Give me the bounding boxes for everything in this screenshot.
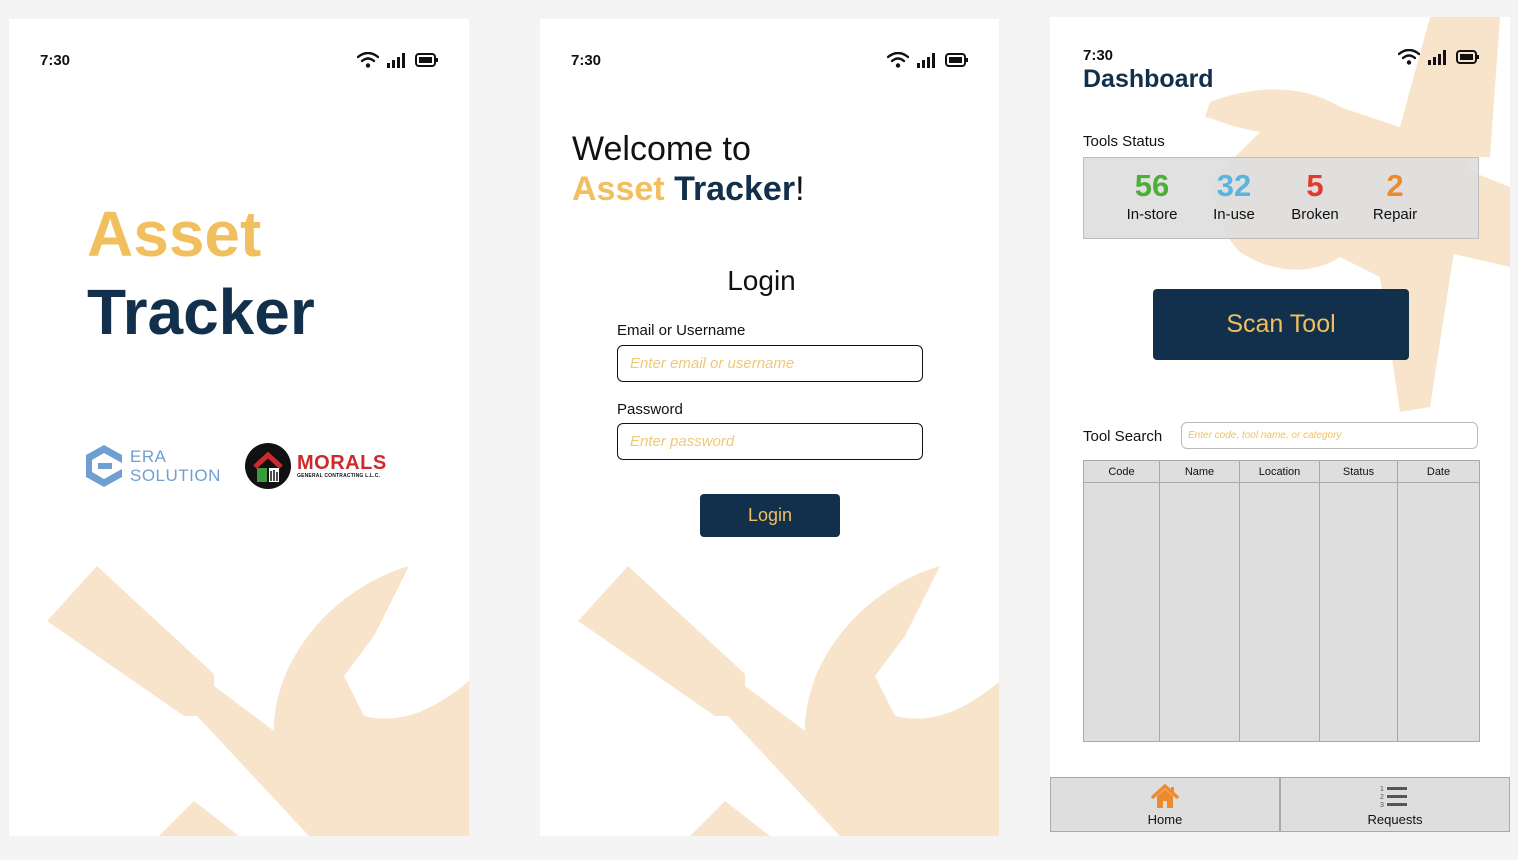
stat-broken: 5 Broken — [1275, 166, 1355, 223]
status-time: 7:30 — [1083, 47, 1114, 64]
svg-text:2: 2 — [1380, 794, 1384, 801]
tools-status-panel: 56 In-store 32 In-use 5 Broken 2 Repair — [1083, 157, 1479, 239]
nav-item-label: Requests — [1367, 812, 1423, 827]
battery-icon — [945, 53, 968, 67]
stat-label: In-use — [1213, 206, 1255, 223]
password-field[interactable] — [617, 423, 923, 460]
brand-tracker: Tracker — [674, 170, 796, 208]
wifi-icon — [1398, 49, 1420, 65]
era-logo-icon — [86, 445, 122, 487]
stat-value: 2 — [1386, 168, 1404, 203]
column-header-name[interactable]: Name — [1159, 460, 1240, 483]
home-icon — [1151, 784, 1179, 808]
status-icons — [357, 52, 439, 68]
stat-repair: 2 Repair — [1355, 166, 1435, 223]
era-logo-line2: SOLUTION — [130, 466, 221, 485]
status-time: 7:30 — [571, 52, 602, 69]
nav-item-label: Home — [1147, 812, 1183, 827]
welcome-text: Welcome to — [572, 130, 751, 168]
tool-search-input[interactable] — [1181, 422, 1478, 449]
email-label: Email or Username — [617, 322, 746, 339]
column-header-date[interactable]: Date — [1397, 460, 1480, 483]
era-logo-line1: ERA — [130, 447, 167, 466]
morals-logo-name: MORALS — [297, 452, 387, 474]
login-screen: 7:30 Welcome to Asset Tracker! Login Ema… — [540, 19, 999, 836]
nav-item-requests[interactable]: 1 2 3 Requests — [1280, 777, 1510, 832]
wifi-icon — [887, 52, 909, 68]
password-label: Password — [617, 401, 683, 418]
dashboard-screen: 7:30 Dashboard Tools Status 56 In-store … — [1050, 17, 1510, 832]
brand-asset: Asset — [572, 170, 665, 208]
app-title: Asset Tracker — [87, 195, 315, 351]
column-header-code[interactable]: Code — [1083, 460, 1160, 483]
welcome-heading: Welcome to Asset Tracker! — [572, 129, 805, 209]
list-icon: 1 2 3 — [1380, 786, 1407, 809]
table-header-row: Code Name Location Status Date — [1083, 460, 1480, 483]
brand-exclaim: ! — [795, 170, 805, 208]
tools-watermark — [578, 566, 999, 836]
battery-icon — [1456, 50, 1479, 64]
stat-value: 32 — [1216, 168, 1252, 203]
stat-value: 5 — [1306, 168, 1324, 203]
era-logo-text: ERA SOLUTION — [130, 447, 221, 485]
page-title: Dashboard — [1083, 65, 1214, 93]
tool-search-label: Tool Search — [1083, 428, 1163, 445]
stat-label: In-store — [1126, 206, 1178, 223]
signal-icon — [387, 53, 405, 68]
signal-icon — [1428, 50, 1446, 65]
tools-table: Code Name Location Status Date — [1083, 460, 1480, 742]
login-heading: Login — [727, 265, 796, 296]
wifi-icon — [357, 52, 379, 68]
welcome-brand: Asset Tracker! — [572, 169, 805, 209]
status-time: 7:30 — [40, 52, 71, 69]
nav-item-home[interactable]: Home — [1050, 777, 1280, 832]
stat-label: Broken — [1291, 206, 1339, 223]
tools-status-label: Tools Status — [1083, 133, 1165, 150]
morals-logo: MORALS GENERAL CONTRACTING L.L.C. — [245, 443, 387, 489]
column-header-status[interactable]: Status — [1319, 460, 1398, 483]
era-solution-logo: ERA SOLUTION — [84, 443, 221, 489]
table-row-empty — [1083, 482, 1480, 742]
morals-logo-subtitle: GENERAL CONTRACTING L.L.C. — [297, 473, 381, 479]
bottom-nav: Home 1 2 3 Requests — [1050, 777, 1510, 832]
app-title-asset: Asset — [87, 198, 262, 270]
stat-value: 56 — [1134, 168, 1170, 203]
splash-screen: 7:30 Asset Tracker ERA SOLUTION MORALS G… — [9, 19, 469, 836]
status-icons — [1398, 49, 1480, 65]
scan-tool-button[interactable]: Scan Tool — [1153, 289, 1409, 360]
svg-text:3: 3 — [1380, 802, 1384, 809]
stat-label: Repair — [1372, 206, 1418, 223]
login-button[interactable]: Login — [700, 494, 840, 537]
battery-icon — [415, 53, 438, 67]
morals-logo-emblem — [245, 443, 291, 489]
status-icons — [887, 52, 969, 68]
signal-icon — [917, 53, 935, 68]
stat-in-use: 32 In-use — [1194, 166, 1274, 223]
app-title-tracker: Tracker — [87, 276, 315, 348]
stat-in-store: 56 In-store — [1112, 166, 1192, 223]
email-field[interactable] — [617, 345, 923, 382]
tools-watermark — [47, 566, 469, 836]
column-header-location[interactable]: Location — [1239, 460, 1320, 483]
svg-text:1: 1 — [1380, 786, 1384, 793]
